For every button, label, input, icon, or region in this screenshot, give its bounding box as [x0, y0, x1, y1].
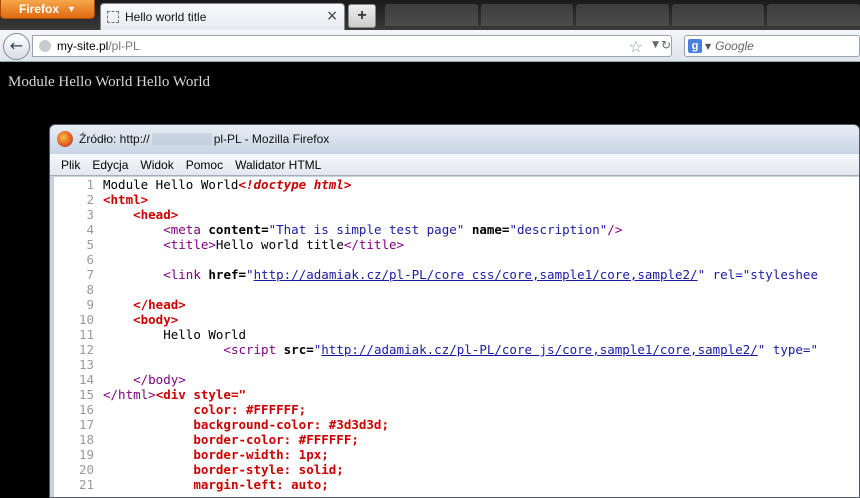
source-link[interactable]: http://adamiak.cz/pl-PL/core js/core,sam…: [321, 342, 758, 357]
new-tab-button[interactable]: +: [348, 4, 376, 28]
menu-item-validator[interactable]: Walidator HTML: [234, 158, 322, 172]
window-title-suffix: pl-PL - Mozilla Firefox: [213, 132, 330, 146]
page-favicon-icon: [107, 11, 119, 23]
back-button[interactable]: ←: [3, 33, 30, 60]
code-line: 16 color: #FFFFFF;: [78, 402, 307, 417]
window-title: Źródło: http://: [79, 132, 150, 146]
code-line: 19 border-width: 1px;: [78, 447, 329, 462]
code-line: 20 border-style: solid;: [78, 462, 344, 477]
chevron-down-icon[interactable]: ▼: [652, 40, 659, 50]
background-tab[interactable]: [480, 4, 574, 26]
code-line: 8: [86, 282, 94, 297]
background-tab[interactable]: [385, 4, 478, 26]
background-tab[interactable]: [576, 4, 669, 26]
code-line: 6: [86, 252, 94, 267]
redacted-host: [151, 133, 212, 145]
url-host: my-site.pl: [57, 39, 109, 53]
navigation-bar: ← my-site.pl/pl-PL ☆ ▼ ↻ g ▼ Google: [0, 30, 860, 62]
code-line: 17 background-color: #3d3d3d;: [78, 417, 389, 432]
url-path: /pl-PL: [108, 39, 140, 53]
chevron-down-icon: ▼: [67, 4, 76, 14]
tab-strip: Firefox ▼ Hello world title × +: [0, 0, 860, 30]
page-body-text: Module Hello World Hello World: [8, 74, 211, 90]
code-line: 10 <body>: [78, 312, 179, 327]
code-line: 11 Hello World: [78, 327, 247, 342]
window-titlebar[interactable]: Źródło: http:// pl-PL - Mozilla Firefox: [50, 125, 859, 153]
code-line: 2 <html>: [86, 192, 149, 207]
background-tab[interactable]: [671, 4, 765, 26]
menu-item-file[interactable]: Plik: [60, 158, 81, 172]
code-line: 15 </html><div style=": [78, 387, 246, 402]
code-line: 3 <head>: [86, 207, 179, 222]
code-line: 4 <meta content="That is simple test pag…: [86, 222, 623, 237]
source-link[interactable]: http://adamiak.cz/pl-PL/core css/core,sa…: [254, 267, 698, 282]
code-line: 13: [78, 357, 94, 372]
menu-item-edit[interactable]: Edycja: [91, 158, 129, 172]
tab-title: Hello world title: [125, 10, 207, 24]
menu-item-view[interactable]: Widok: [139, 158, 174, 172]
arrow-left-icon: ←: [9, 36, 24, 55]
google-icon[interactable]: g: [688, 39, 702, 53]
firefox-logo-icon: [57, 131, 73, 147]
code-line: 9 </head>: [86, 297, 186, 312]
view-source-window: Źródło: http:// pl-PL - Mozilla Firefox …: [49, 124, 860, 498]
url-bar[interactable]: my-site.pl/pl-PL ☆ ▼ ↻: [32, 35, 672, 57]
close-icon[interactable]: ×: [326, 8, 338, 24]
chevron-down-icon[interactable]: ▼: [705, 42, 711, 51]
menu-bar: Plik Edycja Widok Pomoc Walidator HTML: [50, 154, 859, 176]
menu-item-help[interactable]: Pomoc: [185, 158, 224, 172]
globe-icon: [39, 40, 51, 52]
code-line: 5 <title>Hello world title</title>: [86, 237, 405, 252]
code-line: 12 <script src="http://adamiak.cz/pl-PL/…: [78, 342, 818, 357]
firefox-menu-label: Firefox: [19, 2, 60, 16]
code-line: 21 margin-left: auto;: [78, 477, 329, 492]
source-code-view[interactable]: 1 Module Hello World<!doctype html> 2 <htm…: [54, 177, 859, 497]
code-line: 18 border-color: #FFFFFF;: [78, 432, 359, 447]
reload-icon[interactable]: ↻: [661, 38, 671, 52]
background-tabs: [385, 4, 860, 26]
code-line: 7 <link href="http://adamiak.cz/pl-PL/co…: [86, 267, 818, 282]
bookmark-star-icon[interactable]: ☆: [629, 37, 643, 56]
code-line: 1 Module Hello World<!doctype html>: [86, 177, 352, 192]
background-tab[interactable]: [767, 4, 860, 26]
firefox-menu-button[interactable]: Firefox ▼: [0, 0, 95, 19]
tab-active[interactable]: Hello world title ×: [100, 3, 345, 30]
search-input[interactable]: Google: [715, 39, 754, 53]
code-line: 14 </body>: [78, 372, 186, 387]
search-bar[interactable]: g ▼ Google: [684, 35, 860, 57]
